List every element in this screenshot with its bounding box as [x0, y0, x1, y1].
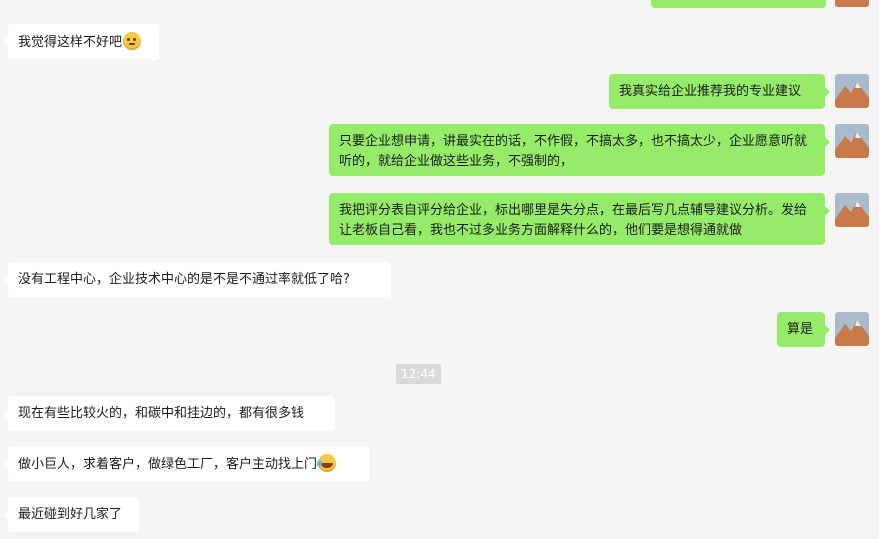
chat-message-area[interactable]: 我觉得这样不好吧 我真实给企业推荐我的专业建议 只要企业想申请，讲最实在的话，不…: [0, 0, 879, 539]
self-avatar[interactable]: [835, 312, 869, 346]
incoming-message-bubble[interactable]: 现在有些比较火的，和碳中和挂边的，都有很多钱: [3, 396, 335, 431]
message-text: 最近碰到好几家了: [18, 507, 123, 522]
incoming-message-bubble[interactable]: 做小巨人，求着客户，做绿色工厂，客户主动找上门: [3, 446, 369, 481]
incoming-message-bubble[interactable]: 没有工程中心，企业技术中心的是不是不通过率就低了哈?: [3, 262, 391, 297]
mountain-avatar-icon: [835, 124, 869, 158]
outgoing-message-bubble[interactable]: 我真实给企业推荐我的专业建议: [609, 74, 830, 109]
mountain-avatar-icon: [835, 312, 869, 346]
message-text: 我把评分表自评分给企业，标出哪里是失分点，在最后写几点辅导建议分析。发给让老板自…: [339, 203, 808, 238]
message-text: 现在有些比较火的，和碳中和挂边的，都有很多钱: [18, 406, 305, 421]
message-text: 没有工程中心，企业技术中心的是不是不通过率就低了哈?: [18, 272, 350, 287]
incoming-message-bubble[interactable]: 我觉得这样不好吧: [3, 24, 159, 59]
outgoing-message-bubble[interactable]: 只要企业想申请，讲最实在的话，不作假，不搞太多，也不搞太少，企业愿意听就听的，就…: [329, 124, 830, 176]
mountain-avatar-icon: [835, 193, 869, 227]
outgoing-message-bubble[interactable]: 我把评分表自评分给企业，标出哪里是失分点，在最后写几点辅导建议分析。发给让老板自…: [329, 193, 830, 245]
message-text: 只要企业想申请，讲最实在的话，不作假，不搞太多，也不搞太少，企业愿意听就听的，就…: [339, 134, 808, 169]
thinking-face-icon: [123, 32, 142, 50]
message-text: 算是: [787, 322, 814, 337]
self-avatar[interactable]: [835, 0, 869, 7]
mountain-avatar-icon: [835, 0, 869, 7]
message-text: 我觉得这样不好吧: [18, 35, 123, 50]
mountain-avatar-icon: [835, 74, 869, 108]
self-avatar[interactable]: [835, 193, 869, 227]
partial-outgoing-bubble[interactable]: [651, 0, 826, 8]
outgoing-message-bubble[interactable]: 算是: [777, 312, 830, 347]
self-avatar[interactable]: [835, 74, 869, 108]
message-text: 做小巨人，求着客户，做绿色工厂，客户主动找上门: [18, 457, 318, 472]
message-text: 我真实给企业推荐我的专业建议: [619, 84, 802, 99]
laughing-tears-icon: [317, 454, 337, 472]
incoming-message-bubble[interactable]: 最近碰到好几家了: [3, 497, 139, 532]
timestamp-badge: 12:44: [396, 364, 441, 384]
self-avatar[interactable]: [835, 124, 869, 158]
